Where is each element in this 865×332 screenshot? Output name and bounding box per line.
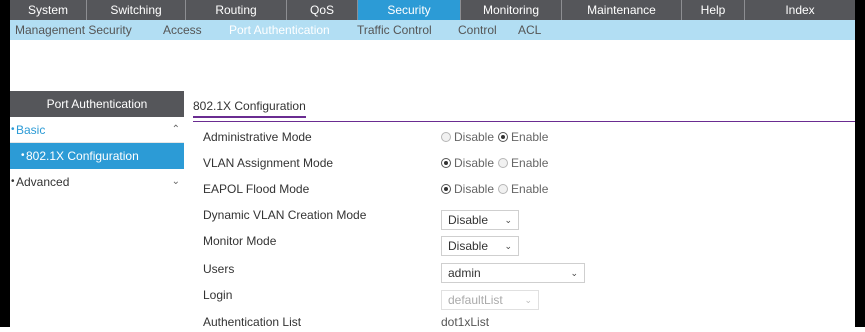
subnav-control[interactable]: Control [458, 20, 497, 40]
eapol-flood-enable-radio[interactable] [498, 183, 509, 194]
sidebar-item-802-1x-configuration[interactable]: • 802.1X Configuration [10, 143, 184, 169]
users-label: Users [203, 262, 235, 276]
radio-label: Enable [511, 182, 549, 196]
login-label: Login [203, 288, 233, 302]
tab-help[interactable]: Help [682, 0, 745, 20]
admin-mode-radio-group: Disable Enable [441, 127, 552, 147]
subnav-management-security[interactable]: Management Security [15, 20, 132, 40]
chevron-down-icon[interactable]: ⌄ [172, 169, 180, 195]
tab-routing[interactable]: Routing [186, 0, 287, 20]
tab-qos[interactable]: QoS [287, 0, 358, 20]
monitor-mode-label: Monitor Mode [203, 234, 277, 248]
eapol-flood-radio-group: Disable Enable [441, 179, 552, 199]
window-frame-left [0, 0, 10, 327]
top-nav: System Switching Routing QoS Security Mo… [10, 0, 855, 20]
radio-label: Disable [454, 182, 495, 196]
sidebar: Port Authentication • Basic ⌃ • 802.1X C… [10, 91, 184, 195]
tab-index[interactable]: Index [745, 0, 855, 20]
subnav-port-authentication[interactable]: Port Authentication [229, 20, 330, 40]
chevron-down-icon: ⌄ [570, 268, 578, 278]
admin-mode-disable-radio[interactable] [441, 131, 451, 142]
authentication-list-label: Authentication List [203, 315, 302, 329]
subnav-traffic-control[interactable]: Traffic Control [357, 20, 432, 40]
tab-monitoring[interactable]: Monitoring [461, 0, 562, 20]
select-value: defaultList [448, 293, 503, 307]
vlan-assignment-radio-group: Disable Enable [441, 153, 552, 173]
sidebar-item-basic[interactable]: • Basic ⌃ [10, 117, 184, 143]
select-value: admin [448, 266, 481, 280]
login-select: defaultList ⌄ [441, 290, 539, 310]
tab-system[interactable]: System [10, 0, 87, 20]
vlan-assignment-disable-radio[interactable] [441, 157, 451, 168]
vlan-assignment-enable-radio[interactable] [498, 157, 509, 168]
select-value: Disable [448, 239, 489, 253]
chevron-down-icon: ⌄ [524, 295, 532, 305]
sidebar-item-label: 802.1X Configuration [26, 149, 139, 163]
sidebar-item-advanced[interactable]: • Advanced ⌄ [10, 169, 184, 195]
sub-nav: Management Security Access Port Authenti… [10, 20, 855, 40]
authentication-list-value: dot1xList [441, 315, 490, 329]
select-value: Disable [448, 213, 489, 227]
vlan-assignment-mode-label: VLAN Assignment Mode [203, 156, 334, 170]
radio-label: Enable [511, 130, 549, 144]
eapol-flood-mode-label: EAPOL Flood Mode [203, 182, 310, 196]
bullet-icon: • [11, 124, 15, 135]
tab-802-1x-configuration[interactable]: 802.1X Configuration [193, 99, 306, 118]
chevron-down-icon: ⌄ [504, 215, 512, 225]
sidebar-item-label: Advanced [16, 175, 70, 189]
users-select[interactable]: admin ⌄ [441, 263, 585, 283]
subnav-access[interactable]: Access [163, 20, 202, 40]
window-frame-right [855, 0, 865, 327]
radio-label: Disable [454, 156, 495, 170]
monitor-mode-select[interactable]: Disable ⌄ [441, 236, 519, 256]
tab-maintenance[interactable]: Maintenance [562, 0, 682, 20]
chevron-down-icon: ⌄ [504, 241, 512, 251]
tab-divider [193, 121, 855, 122]
radio-label: Disable [454, 130, 495, 144]
chevron-up-icon[interactable]: ⌃ [172, 117, 180, 143]
radio-label: Enable [511, 156, 549, 170]
sidebar-item-label: Basic [16, 123, 46, 137]
admin-mode-enable-radio[interactable] [498, 131, 509, 142]
subnav-acl[interactable]: ACL [518, 20, 541, 40]
admin-mode-label: Administrative Mode [203, 130, 312, 144]
bullet-icon: • [21, 150, 25, 161]
dynamic-vlan-creation-select[interactable]: Disable ⌄ [441, 210, 519, 230]
tab-switching[interactable]: Switching [87, 0, 186, 20]
tab-security[interactable]: Security [358, 0, 461, 20]
sidebar-header: Port Authentication [10, 91, 184, 117]
eapol-flood-disable-radio[interactable] [441, 183, 451, 194]
dynamic-vlan-creation-mode-label: Dynamic VLAN Creation Mode [203, 208, 367, 222]
bullet-icon: • [11, 176, 15, 187]
